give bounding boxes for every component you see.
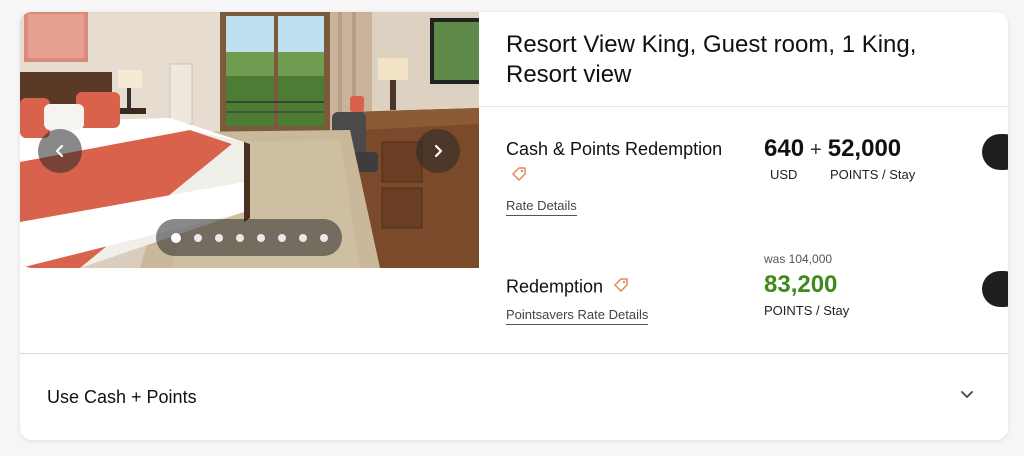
carousel-dot[interactable] xyxy=(235,233,244,242)
points-unit-label: POINTS / Stay xyxy=(830,167,916,182)
chevron-right-icon xyxy=(434,144,443,158)
rate-name-label: Redemption xyxy=(506,276,604,297)
room-photo-carousel[interactable] xyxy=(20,12,479,268)
select-rate-button[interactable] xyxy=(982,134,1008,170)
carousel-dot[interactable] xyxy=(170,232,181,243)
carousel-dot[interactable] xyxy=(319,233,328,242)
points-amount: 52,000 xyxy=(827,135,902,162)
use-cash-points-accordion[interactable]: Use Cash + Points xyxy=(20,354,1008,440)
plus-sign: + xyxy=(810,139,822,161)
carousel-dot[interactable] xyxy=(193,233,202,242)
chevron-down-icon xyxy=(961,391,973,398)
cash-amount: 640 xyxy=(764,135,805,162)
pointsavers-rate-details-link[interactable]: Pointsavers Rate Details xyxy=(506,307,649,325)
carousel-dot[interactable] xyxy=(298,233,307,242)
rate-name-redemption: Redemption xyxy=(506,276,630,299)
carousel-next-button[interactable] xyxy=(416,129,460,173)
select-rate-button[interactable] xyxy=(982,271,1008,307)
carousel-prev-button[interactable] xyxy=(38,129,82,173)
rate-name-cash-points: Cash & Points Redemption xyxy=(506,139,722,160)
carousel-dot[interactable] xyxy=(277,233,286,242)
points-unit-label: POINTS / Stay xyxy=(764,303,850,318)
cash-unit-label: USD xyxy=(770,167,798,182)
rate-name-label: Cash & Points Redemption xyxy=(506,139,723,159)
room-rate-card: Resort View King, Guest room, 1 King, Re… xyxy=(20,12,1008,440)
cash-points-amount: 640 + 52,000 xyxy=(764,135,901,163)
accordion-label: Use Cash + Points xyxy=(47,387,197,407)
rate-details-link[interactable]: Rate Details xyxy=(506,198,577,216)
carousel-pagination xyxy=(156,219,342,256)
redemption-points-amount: 83,200 xyxy=(764,271,838,298)
chevron-left-icon xyxy=(55,144,64,158)
was-price-label: was 104,000 xyxy=(764,252,833,266)
tag-icon xyxy=(612,276,630,299)
carousel-dot[interactable] xyxy=(214,233,223,242)
room-title: Resort View King, Guest room, 1 King, Re… xyxy=(506,31,917,88)
divider xyxy=(479,106,1008,107)
carousel-dot[interactable] xyxy=(256,233,265,242)
tag-icon xyxy=(510,165,528,188)
